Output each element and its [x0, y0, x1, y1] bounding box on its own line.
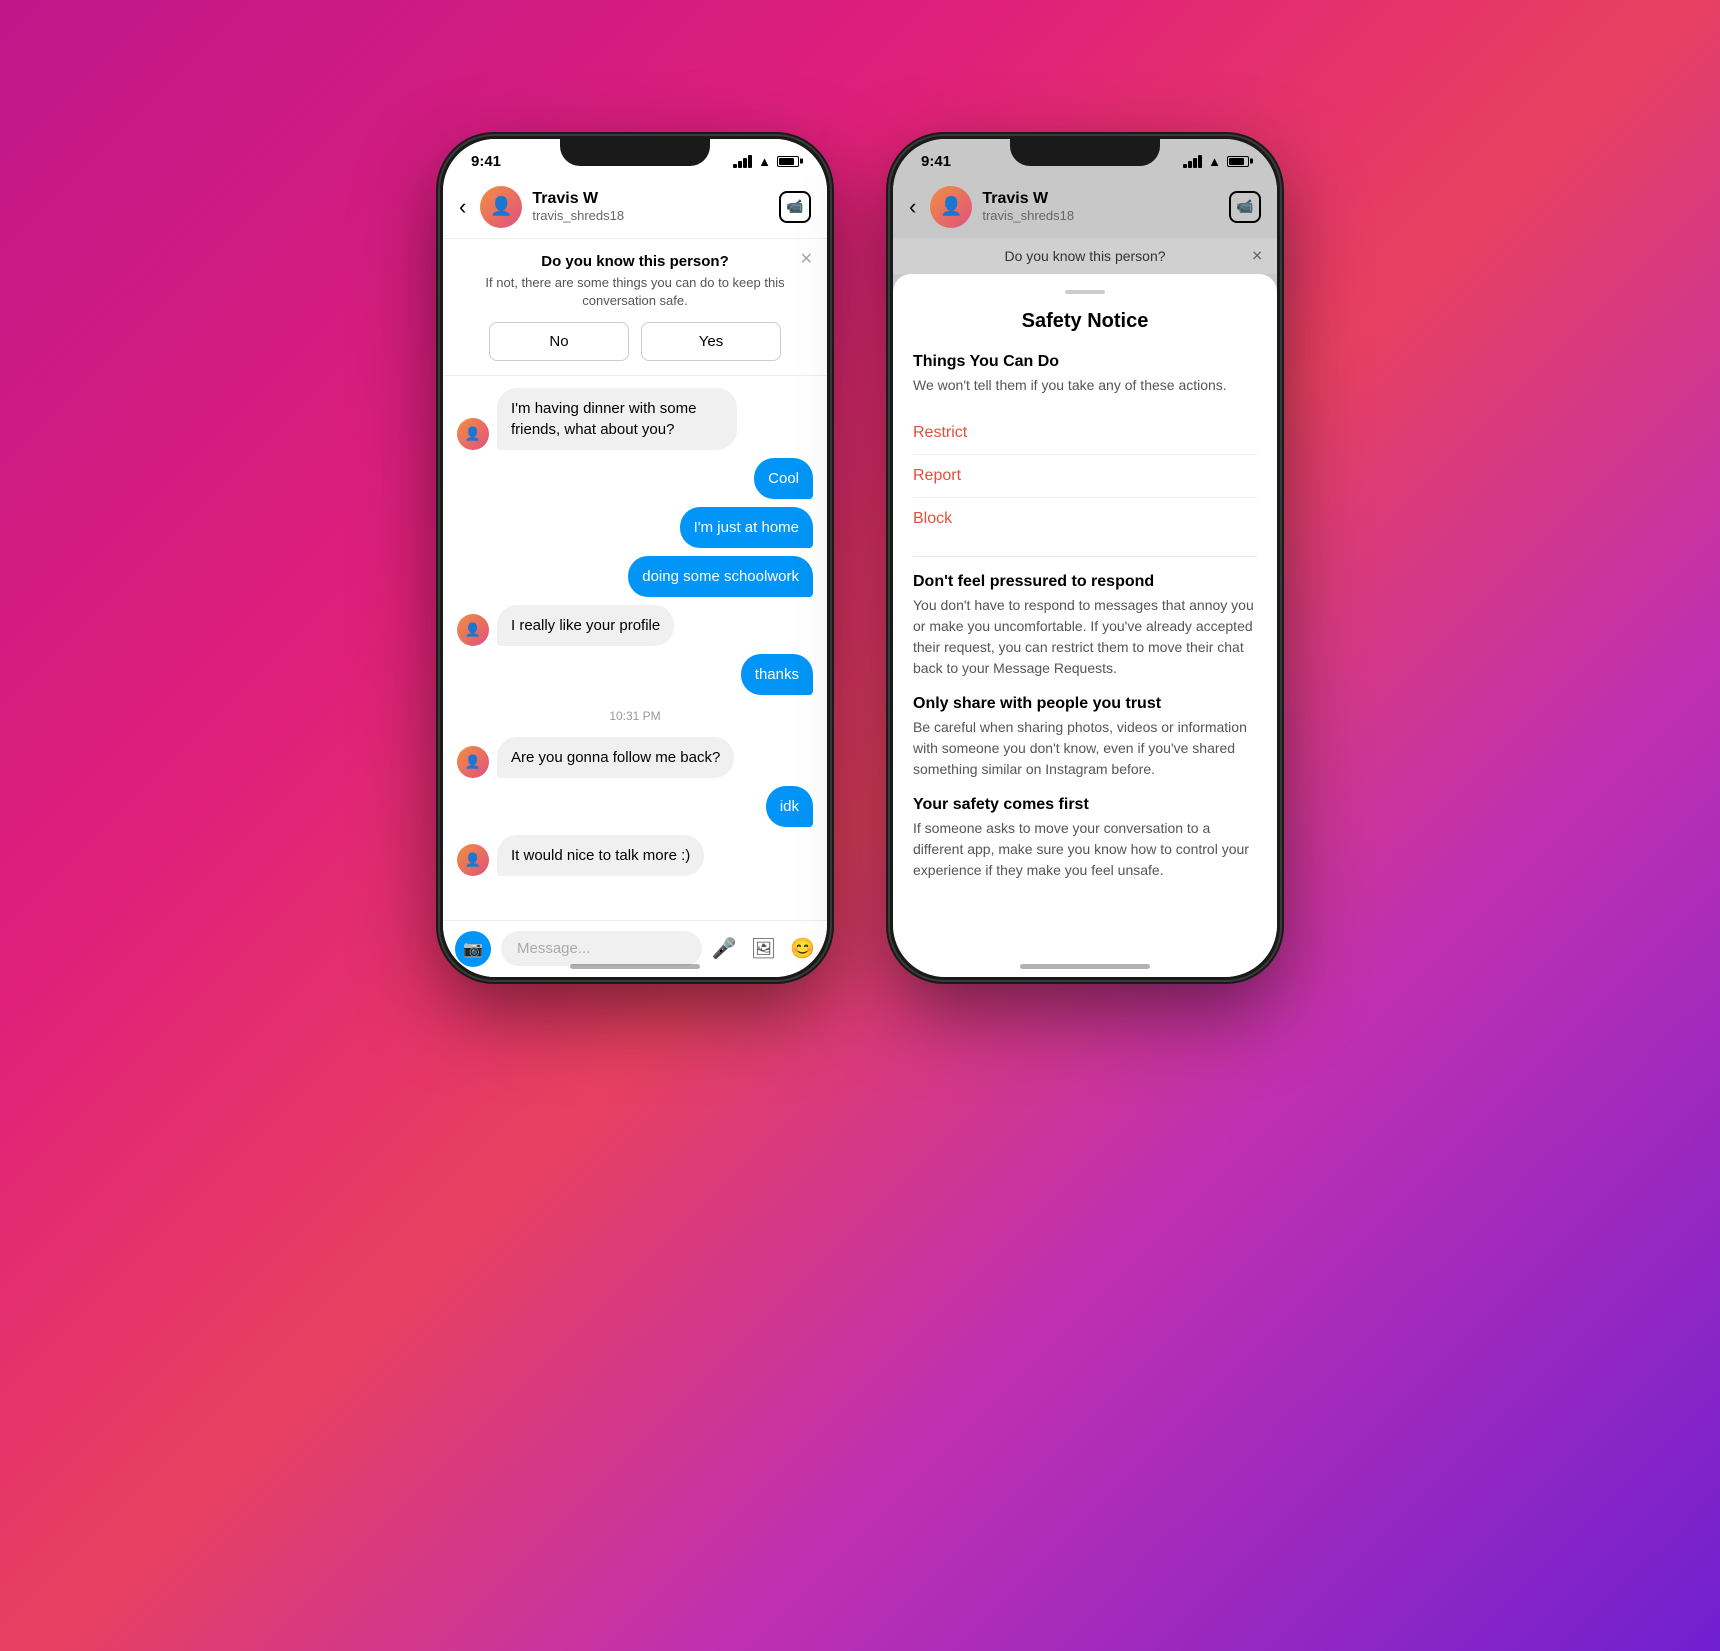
signal-icon	[733, 155, 752, 168]
message-bubble: I really like your profile	[497, 605, 674, 646]
yes-button[interactable]: Yes	[641, 322, 781, 361]
table-row: 👤 It would nice to talk more :)	[457, 835, 813, 876]
message-bubble: thanks	[741, 654, 813, 695]
section-title: Don't feel pressured to respond	[913, 573, 1257, 591]
message-bubble: idk	[766, 786, 813, 827]
table-row: Cool	[457, 458, 813, 499]
avatar: 👤	[457, 614, 489, 646]
battery-icon	[1227, 156, 1249, 167]
left-phone-screen: 9:41 ▲	[443, 139, 827, 977]
time: 9:41	[921, 153, 951, 170]
avatar[interactable]: 👤	[480, 186, 522, 228]
wifi-icon: ▲	[1208, 154, 1221, 169]
section-text: If someone asks to move your conversatio…	[913, 818, 1257, 881]
safety-sheet: Safety Notice Things You Can Do We won't…	[893, 274, 1277, 977]
contact-info: Travis W travis_shreds18	[532, 190, 769, 223]
avatar[interactable]: 👤	[930, 186, 972, 228]
back-button[interactable]: ‹	[459, 194, 466, 220]
microphone-icon[interactable]: 🎤	[712, 936, 737, 961]
avatar: 👤	[457, 844, 489, 876]
things-you-can-do-section: Things You Can Do We won't tell them if …	[913, 353, 1257, 540]
chat-header: ‹ 👤 Travis W travis_shreds18 📹	[443, 176, 827, 239]
left-phone-frame: 9:41 ▲	[440, 136, 830, 980]
signal-icon	[1183, 155, 1202, 168]
block-link[interactable]: Block	[913, 498, 1257, 540]
contact-username: travis_shreds18	[532, 208, 769, 223]
battery-icon	[777, 156, 799, 167]
message-bubble: I'm having dinner with some friends, wha…	[497, 388, 737, 450]
message-bubble: It would nice to talk more :)	[497, 835, 704, 876]
chat-header: ‹ 👤 Travis W travis_shreds18 📹	[893, 176, 1277, 238]
things-desc: We won't tell them if you take any of th…	[913, 375, 1257, 396]
status-icons: ▲	[733, 154, 799, 169]
back-button[interactable]: ‹	[909, 194, 916, 220]
right-phone-frame: 9:41 ▲	[890, 136, 1280, 980]
contact-username: travis_shreds18	[982, 208, 1219, 223]
action-links: Restrict Report Block	[913, 412, 1257, 540]
right-phone-screen: 9:41 ▲	[893, 139, 1277, 977]
messages-area: 👤 I'm having dinner with some friends, w…	[443, 376, 827, 920]
close-icon[interactable]: ✕	[1251, 247, 1263, 264]
table-row: idk	[457, 786, 813, 827]
safety-banner-buttons: No Yes	[459, 322, 811, 361]
camera-button[interactable]: 📷	[455, 931, 491, 967]
message-input[interactable]: Message...	[501, 931, 702, 966]
status-icons: ▲	[1183, 154, 1249, 169]
section-text: Be careful when sharing photos, videos o…	[913, 717, 1257, 780]
home-indicator	[1020, 964, 1150, 969]
contact-info: Travis W travis_shreds18	[982, 190, 1219, 223]
home-indicator	[570, 964, 700, 969]
do-you-know-bar: Do you know this person? ✕	[893, 238, 1277, 274]
message-bubble: Are you gonna follow me back?	[497, 737, 734, 778]
safety-banner-title: Do you know this person?	[459, 253, 811, 270]
time: 9:41	[471, 153, 501, 170]
notch	[560, 136, 710, 166]
only-share-section: Only share with people you trust Be care…	[913, 695, 1257, 780]
table-row: 👤 Are you gonna follow me back?	[457, 737, 813, 778]
safety-banner: ✕ Do you know this person? If not, there…	[443, 239, 827, 376]
safety-banner-desc: If not, there are some things you can do…	[459, 274, 811, 310]
close-banner-button[interactable]: ✕	[800, 249, 813, 269]
do-you-know-text: Do you know this person?	[1004, 248, 1165, 264]
safety-first-section: Your safety comes first If someone asks …	[913, 796, 1257, 881]
message-bubble: I'm just at home	[680, 507, 813, 548]
table-row: thanks	[457, 654, 813, 695]
report-link[interactable]: Report	[913, 455, 1257, 498]
sticker-icon[interactable]: 😊	[790, 936, 815, 961]
timestamp: 10:31 PM	[457, 709, 813, 723]
message-bubble: doing some schoolwork	[628, 556, 813, 597]
contact-name: Travis W	[532, 190, 769, 208]
avatar: 👤	[457, 746, 489, 778]
table-row: doing some schoolwork	[457, 556, 813, 597]
no-pressure-section: Don't feel pressured to respond You don'…	[913, 573, 1257, 679]
section-title: Only share with people you trust	[913, 695, 1257, 713]
left-phone: 9:41 ▲	[440, 136, 830, 1516]
divider	[913, 556, 1257, 557]
contact-name: Travis W	[982, 190, 1219, 208]
sheet-handle	[1065, 290, 1105, 294]
sheet-title: Safety Notice	[913, 310, 1257, 333]
table-row: I'm just at home	[457, 507, 813, 548]
video-call-button[interactable]: 📹	[779, 191, 811, 223]
section-text: You don't have to respond to messages th…	[913, 595, 1257, 679]
input-icons: 🎤 🖼 😊	[712, 936, 815, 961]
notch	[1010, 136, 1160, 166]
things-title: Things You Can Do	[913, 353, 1257, 371]
avatar: 👤	[457, 418, 489, 450]
right-phone: 9:41 ▲	[890, 136, 1280, 1516]
no-button[interactable]: No	[489, 322, 629, 361]
video-call-button[interactable]: 📹	[1229, 191, 1261, 223]
message-bubble: Cool	[754, 458, 813, 499]
section-title: Your safety comes first	[913, 796, 1257, 814]
restrict-link[interactable]: Restrict	[913, 412, 1257, 455]
table-row: 👤 I really like your profile	[457, 605, 813, 646]
table-row: 👤 I'm having dinner with some friends, w…	[457, 388, 813, 450]
wifi-icon: ▲	[758, 154, 771, 169]
gallery-icon[interactable]: 🖼	[751, 936, 776, 961]
